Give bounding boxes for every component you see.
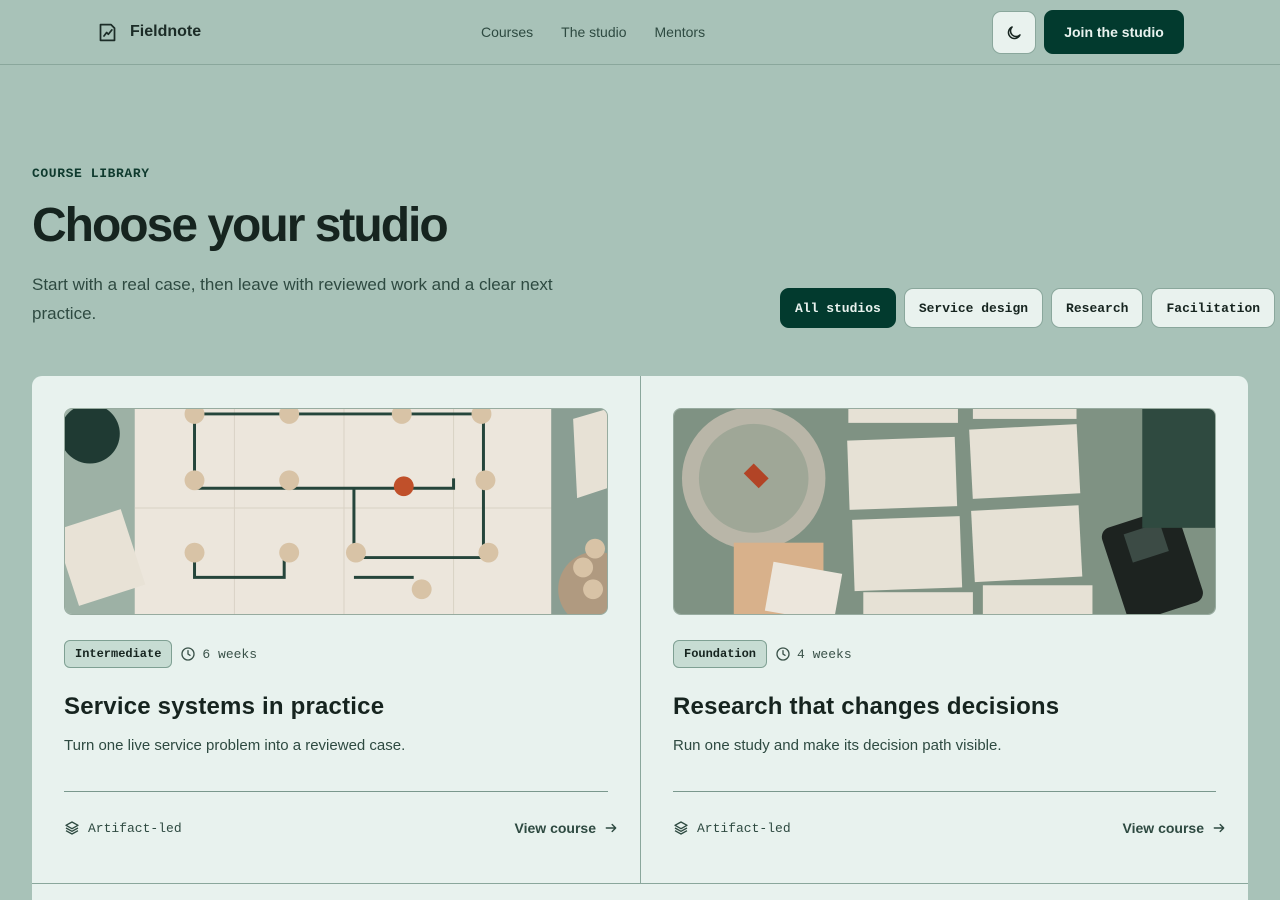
- duration-label: 4 weeks: [797, 646, 852, 662]
- course-card: Foundation 4 weeks Research that changes…: [640, 376, 1248, 884]
- brand-link[interactable]: Fieldnote: [97, 20, 201, 44]
- course-title[interactable]: Research that changes decisions: [673, 692, 1059, 722]
- arrow-right-icon: [1213, 823, 1225, 833]
- filter-research[interactable]: Research: [1051, 288, 1144, 328]
- theme-toggle-button[interactable]: [992, 11, 1036, 54]
- moon-icon: [1007, 25, 1021, 39]
- section-eyebrow: COURSE LIBRARY: [32, 166, 150, 181]
- level-badge: Intermediate: [64, 640, 173, 668]
- clock-icon: [776, 647, 790, 661]
- filter-service-design[interactable]: Service design: [903, 288, 1044, 328]
- card-divider: [64, 791, 608, 792]
- view-course-link[interactable]: View course: [515, 820, 618, 836]
- arrow-right-icon: [605, 823, 617, 833]
- course-description: Run one study and make its decision path…: [673, 737, 1002, 754]
- nav-link-studio[interactable]: The studio: [561, 22, 626, 42]
- main-nav: Courses The studio Mentors: [481, 22, 705, 42]
- view-course-link[interactable]: View course: [1123, 820, 1226, 836]
- card-divider: [673, 791, 1216, 792]
- level-badge: Foundation: [673, 640, 768, 668]
- course-meta: Intermediate 6 weeks: [64, 640, 257, 668]
- course-card: Intermediate 6 weeks Service systems in …: [32, 376, 640, 884]
- format-label: Artifact-led: [697, 820, 791, 836]
- duration-label: 6 weeks: [202, 646, 258, 662]
- course-image: [673, 408, 1216, 615]
- course-grid: Intermediate 6 weeks Service systems in …: [32, 376, 1248, 900]
- page-title: Choose your studio: [32, 199, 449, 252]
- nav-link-mentors[interactable]: Mentors: [655, 22, 706, 42]
- format-label: Artifact-led: [88, 820, 182, 836]
- chart-logo-icon: [99, 23, 116, 41]
- course-format: Artifact-led: [64, 820, 182, 836]
- layers-icon: [65, 821, 79, 835]
- page-lede: Start with a real case, then leave with …: [32, 275, 553, 323]
- course-meta: Foundation 4 weeks: [673, 640, 852, 668]
- brand-name: Fieldnote: [130, 23, 202, 40]
- nav-link-courses[interactable]: Courses: [481, 22, 533, 42]
- top-bar: Fieldnote Courses The studio Mentors Joi…: [0, 0, 1280, 65]
- join-studio-button[interactable]: Join the studio: [1044, 10, 1184, 54]
- view-course-label: View course: [1122, 820, 1204, 836]
- clock-icon: [181, 647, 196, 661]
- course-format: Artifact-led: [673, 820, 791, 836]
- layers-icon: [674, 821, 688, 835]
- course-title[interactable]: Service systems in practice: [64, 692, 384, 722]
- course-duration: 4 weeks: [775, 646, 852, 662]
- filter-facilitation[interactable]: Facilitation: [1151, 288, 1276, 328]
- view-course-label: View course: [514, 820, 596, 836]
- course-description: Turn one live service problem into a rev…: [64, 737, 406, 754]
- filter-all-studios[interactable]: All studios: [780, 288, 896, 328]
- studio-filter-group: All studios Service design Research Faci…: [780, 288, 1276, 328]
- course-duration: 6 weeks: [180, 646, 257, 662]
- course-image: [64, 408, 608, 615]
